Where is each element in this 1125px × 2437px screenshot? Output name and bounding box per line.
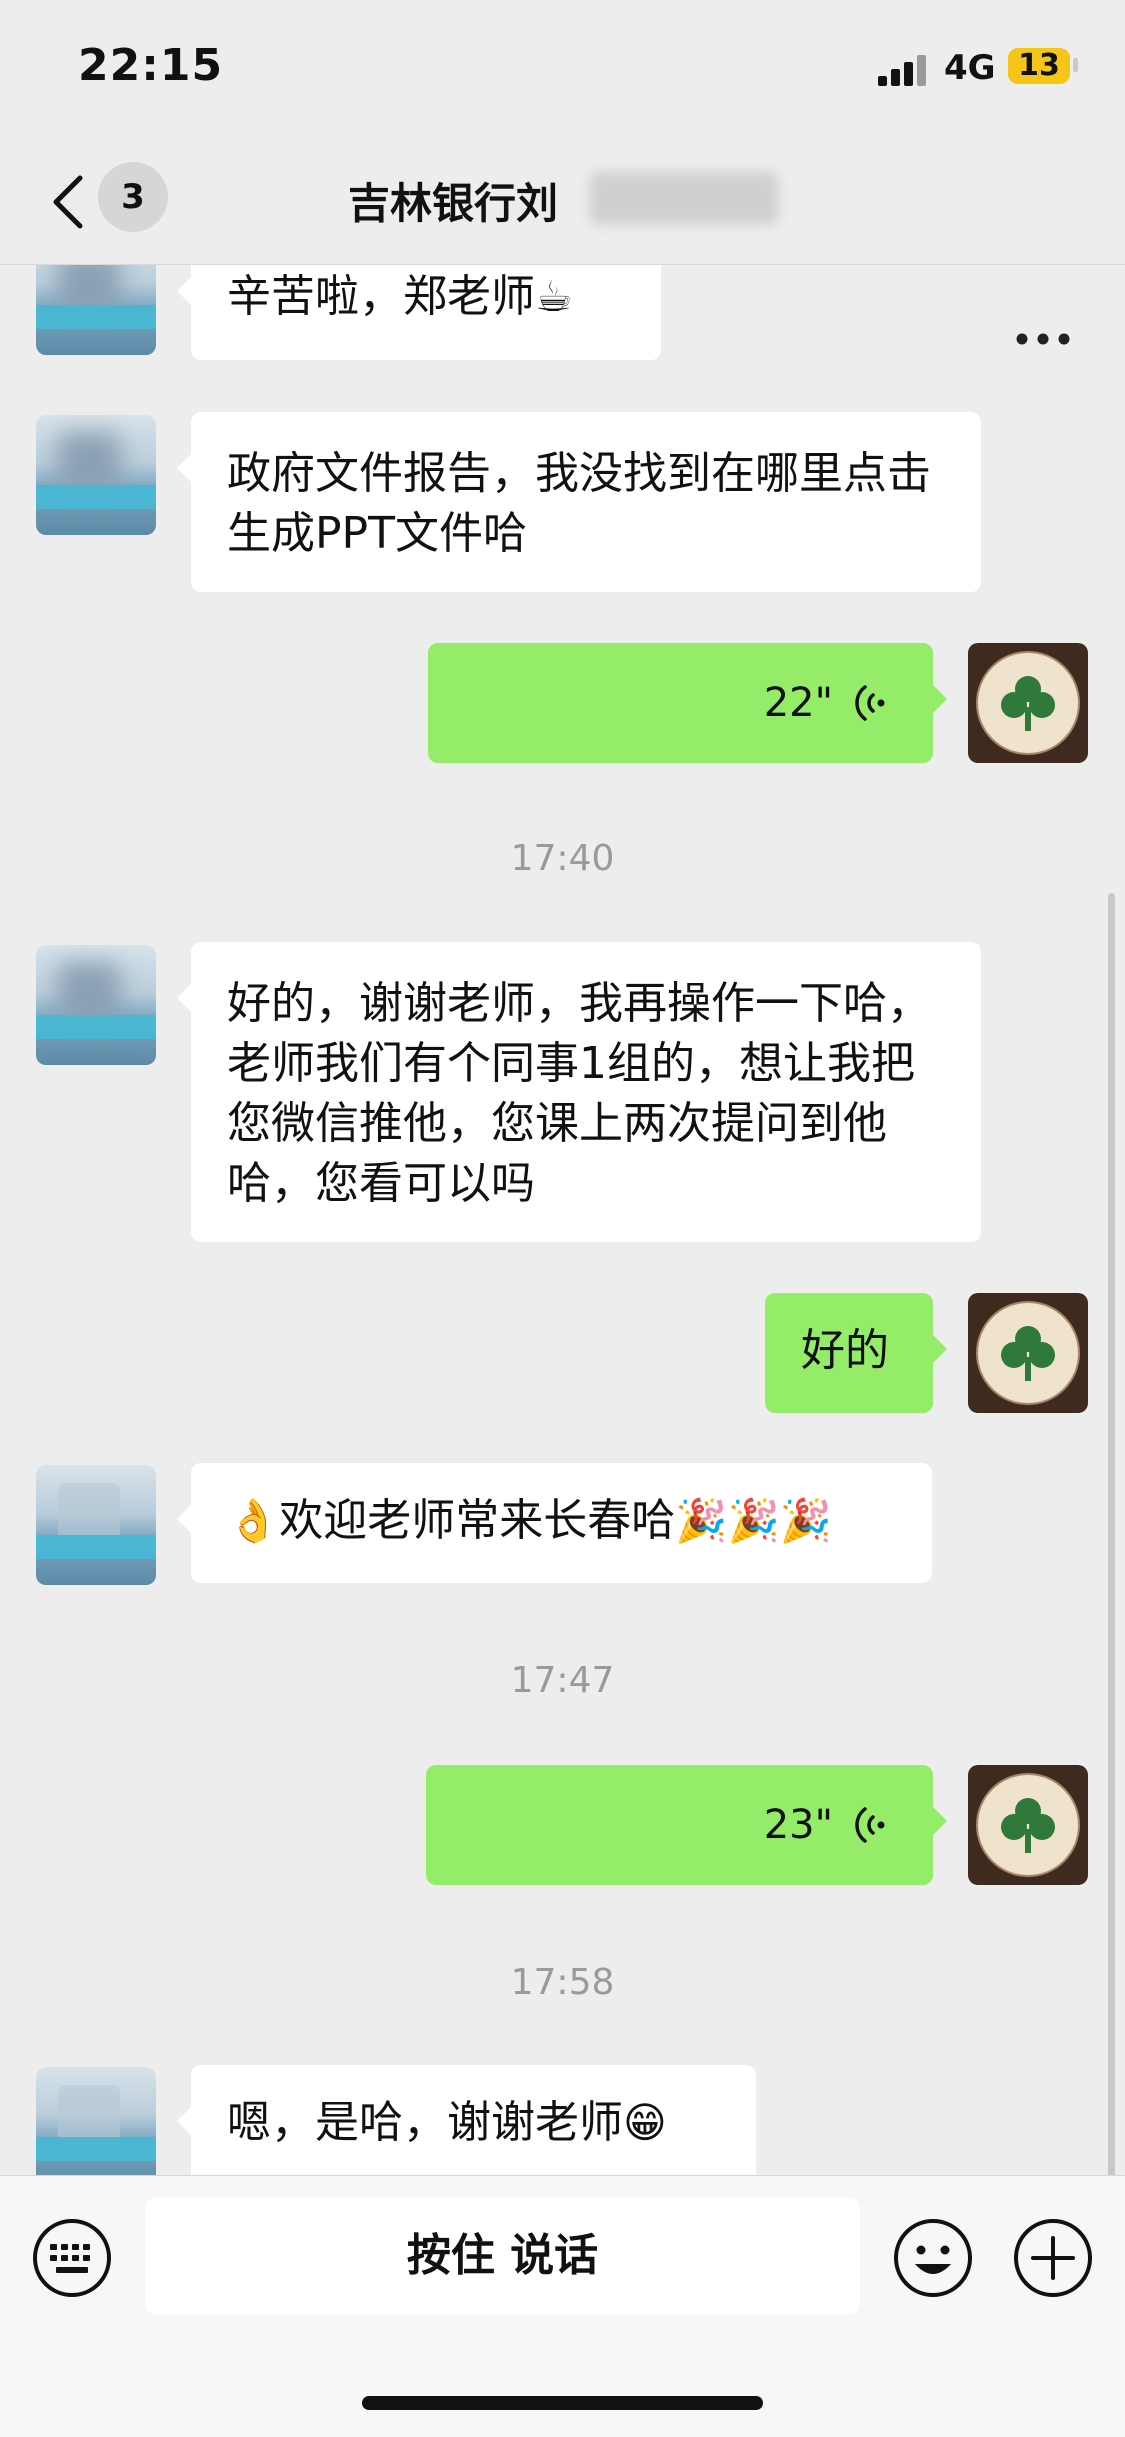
peer-avatar[interactable] [36, 265, 156, 355]
self-avatar[interactable] [968, 643, 1088, 763]
voice-duration: 22" [763, 680, 833, 726]
grin-emoji: 😁 [623, 2098, 667, 2147]
message-text: 嗯，是哈，谢谢老师 [227, 2097, 623, 2148]
input-bar: 按住 说话 [0, 2175, 1125, 2437]
message-bubble[interactable]: 好的 [765, 1293, 947, 1413]
hold-to-talk-button[interactable]: 按住 说话 [145, 2198, 860, 2314]
ok-hand-emoji: 👌 [227, 1496, 280, 1545]
message-text: 政府文件报告，我没找到在哪里点击生成PPT文件哈 [227, 448, 931, 559]
battery-icon: 13 [1008, 48, 1070, 84]
back-icon[interactable] [46, 172, 90, 232]
peer-avatar[interactable] [36, 945, 156, 1065]
clover-icon [1001, 1798, 1055, 1853]
title-redaction [590, 172, 778, 224]
plus-icon[interactable] [1013, 2218, 1093, 2298]
signal-icon [878, 52, 926, 86]
unread-badge[interactable]: 3 [98, 162, 168, 232]
message-text: 好的 [801, 1325, 889, 1376]
message-bubble[interactable]: 辛苦啦，郑老师☕ [177, 265, 661, 360]
self-avatar[interactable] [968, 1765, 1088, 1885]
message-text: 辛苦啦，郑老师 [227, 271, 535, 322]
message-bubble[interactable]: 好的，谢谢老师，我再操作一下哈，老师我们有个同事1组的，想让我把您微信推他，您课… [177, 942, 981, 1242]
voice-icon [855, 1807, 885, 1843]
message-list[interactable]: 辛苦啦，郑老师☕ 政府文件报告，我没找到在哪里点击生成PPT文件哈 22" 17… [0, 265, 1125, 2175]
time-divider: 17:40 [510, 838, 615, 879]
nav-bar [0, 140, 1125, 345]
clover-icon [1001, 1326, 1055, 1381]
peer-avatar[interactable] [36, 2067, 156, 2175]
status-clock: 22:15 [78, 40, 224, 91]
message-text: 好的，谢谢老师，我再操作一下哈，老师我们有个同事1组的，想让我把您微信推他，您课… [227, 978, 931, 1209]
voice-icon [855, 685, 885, 721]
time-divider: 17:58 [510, 1962, 615, 2003]
home-indicator[interactable] [362, 2396, 763, 2410]
scrollbar[interactable] [1108, 893, 1115, 2175]
peer-avatar[interactable] [36, 415, 156, 535]
clover-icon [1001, 676, 1055, 731]
self-avatar[interactable] [968, 1293, 1088, 1413]
message-text: 欢迎老师常来长春哈 [279, 1495, 676, 1546]
chat-title: 吉林银行刘 [348, 179, 559, 228]
network-label: 4G [944, 48, 996, 88]
battery-tip [1073, 58, 1078, 72]
voice-duration: 23" [763, 1802, 833, 1848]
time-divider: 17:47 [510, 1660, 615, 1701]
message-bubble[interactable]: 👌欢迎老师常来长春哈🎉🎉🎉 [177, 1463, 932, 1583]
emoji-icon[interactable] [893, 2218, 973, 2298]
voice-message-bubble[interactable]: 22" [428, 643, 947, 763]
keyboard-icon[interactable] [32, 2218, 112, 2298]
status-bar: 22:15 4G 13 [0, 0, 1125, 140]
coffee-emoji: ☕ [535, 272, 573, 321]
message-bubble[interactable]: 政府文件报告，我没找到在哪里点击生成PPT文件哈 [177, 412, 981, 592]
peer-avatar[interactable] [36, 1465, 156, 1585]
party-popper-emoji: 🎉🎉🎉 [675, 1496, 833, 1545]
message-bubble[interactable]: 嗯，是哈，谢谢老师😁 [177, 2065, 756, 2175]
voice-message-bubble[interactable]: 23" [426, 1765, 947, 1885]
